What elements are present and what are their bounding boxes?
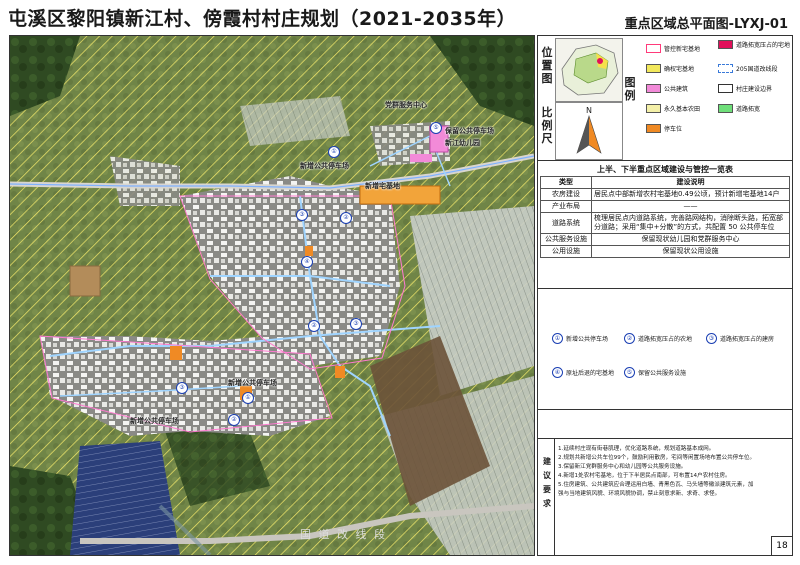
aerial-map[interactable]: 党群服务中心 保留公共停车场 新江幼儿园 新增公共停车场 新增宅基地 新增公共停… <box>9 35 535 556</box>
map-label-new-parking-bot: 新增公共停车场 <box>130 417 179 425</box>
note-item: ⑤ 保留公共服务设施 <box>624 367 686 378</box>
map-label-parking-upper: 保留公共停车场 <box>445 127 494 135</box>
note-item: ④ 原址后退的宅基地 <box>552 367 614 378</box>
page-number: 18 <box>771 536 793 556</box>
note-item: ② 道路拓宽压占的农地 <box>624 333 692 344</box>
suggestions-label: 建议要求 <box>543 457 551 508</box>
table-header: 建设说明 <box>591 176 790 189</box>
north-arrow: N <box>555 102 623 160</box>
north-label: N <box>586 106 592 115</box>
table-row: 公用设施 保留现状公用设施 <box>540 245 790 258</box>
table-row: 农房建设 居民点中部新增农村宅基地0.49公顷，预计新增宅基地14户 <box>540 188 790 201</box>
control-table: 类型 建设说明 农房建设 居民点中部新增农村宅基地0.49公顷，预计新增宅基地1… <box>540 176 790 258</box>
table-row: 道路系统 梳理居民点内道路系统，完善路网结构，消除断头路，拓宽部分道路；采用“集… <box>540 212 790 234</box>
map-label-road: 国 道 改 线 段 <box>300 528 387 541</box>
map-label-new-parking-mid: 新增公共停车场 <box>228 379 277 387</box>
table-cell: 居民点中部新增农村宅基地0.49公顷，预计新增宅基地14户 <box>591 188 790 201</box>
table-cell: 公共服务设施 <box>540 233 592 246</box>
note-item: ③ 道路拓宽压占的建房 <box>706 333 774 344</box>
info-panel: 位置图 比例尺 图例 N 管控新宅基地 道路拓宽压占的宅地 确权宅基地 205国… <box>537 35 793 556</box>
suggestion-item: 4.新增1处农村宅基地，位于下半居民点南部，可布置14户农村住房。 <box>558 473 731 479</box>
table-cell: 梳理居民点内道路系统，完善路网结构，消除断头路，拓宽部分道路；采用“集中+分散”… <box>591 212 790 234</box>
table-cell: 道路系统 <box>540 212 592 234</box>
table-cell: 产业布局 <box>540 200 592 213</box>
marker-5[interactable]: ⑤ <box>430 122 442 134</box>
legend-label: 图例 <box>624 76 636 102</box>
suggestion-item: 强与当地建筑风貌、环境风貌协调，禁止刻意求新、求奇、求怪。 <box>558 491 721 497</box>
legend-item: 道路拓宽 <box>718 104 760 113</box>
table-cell: 保留现状幼儿园和党群服务中心 <box>591 233 790 246</box>
suggestion-item: 1.延续村庄现有街巷肌理，优化道路系统，规划道路基本成网。 <box>558 446 715 452</box>
legend-item: 确权宅基地 <box>646 64 694 73</box>
map-label-party-center: 党群服务中心 <box>385 101 427 109</box>
table-cell: 保留现状公用设施 <box>591 245 790 258</box>
legend-item: 205国道改线段 <box>718 64 777 73</box>
table-row: 公共服务设施 保留现状幼儿园和党群服务中心 <box>540 233 790 246</box>
suggestion-item: 3.保留新江党群服务中心和幼儿园等公共服务设施。 <box>558 464 687 470</box>
table-header: 类型 <box>540 176 592 189</box>
marker-3[interactable]: ③ <box>350 318 362 330</box>
table-row: 产业布局 —— <box>540 200 790 213</box>
marker-2[interactable]: ② <box>340 212 352 224</box>
legend-section: 位置图 比例尺 图例 N 管控新宅基地 道路拓宽压占的宅地 确权宅基地 205国… <box>538 36 792 161</box>
suggestion-item: 2.规划共新增公共车位99个，鼓励利用散房，宅间等闲置场地布置公共停车位。 <box>558 455 756 461</box>
table-cell: 公用设施 <box>540 245 592 258</box>
marker-1[interactable]: ① <box>328 146 340 158</box>
suggestions-list: 1.延续村庄现有街巷肌理，优化道路系统，规划道路基本成网。 2.规划共新增公共车… <box>554 439 792 556</box>
marker-1[interactable]: ① <box>242 392 254 404</box>
map-label-new-homestead: 新增宅基地 <box>365 182 400 190</box>
table-cell: —— <box>591 200 790 213</box>
marker-2[interactable]: ② <box>228 414 240 426</box>
page-title: 屯溪区黎阳镇新江村、傍霞村村庄规划（2021-2035年） <box>8 8 517 30</box>
table-title: 上半、下半重点区域建设与管控一览表 <box>597 165 733 174</box>
marker-4[interactable]: ④ <box>301 256 313 268</box>
map-canvas <box>10 36 534 555</box>
marker-3[interactable]: ③ <box>176 382 188 394</box>
suggestions-section: 建议要求 1.延续村庄现有街巷肌理，优化道路系统，规划道路基本成网。 2.规划共… <box>538 438 792 556</box>
legend-item: 道路拓宽压占的宅地 <box>718 40 790 49</box>
legend-item: 永久基本农田 <box>646 104 700 113</box>
table-header-row: 类型 建设说明 <box>540 176 790 189</box>
map-label-kindergarten: 新江幼儿园 <box>445 139 480 147</box>
scale-label: 比例尺 <box>541 106 553 145</box>
legend-item: 公共建筑 <box>646 84 688 93</box>
legend: 管控新宅基地 道路拓宽压占的宅地 确权宅基地 205国道改线段 公共建筑 村庄建… <box>640 38 790 158</box>
drawing-number: 重点区域总平面图-LYXJ-01 <box>624 17 788 32</box>
notes-section: ① 新增公共停车场 ② 道路拓宽压占的农地 ③ 道路拓宽压占的建房 ④ 原址后退的宅基地… <box>538 288 792 410</box>
legend-item: 停车位 <box>646 124 682 133</box>
suggestion-item: 5.住房建筑、公共建筑应合理运用白墙、青黑色瓦、马头墙等徽派建筑元素，加 <box>558 482 754 488</box>
marker-3[interactable]: ③ <box>296 209 308 221</box>
map-label-new-parking-top: 新增公共停车场 <box>300 162 349 170</box>
note-item: ① 新增公共停车场 <box>552 333 608 344</box>
table-cell: 农房建设 <box>540 188 592 201</box>
legend-item: 管控新宅基地 <box>646 44 700 53</box>
marker-2[interactable]: ② <box>308 320 320 332</box>
legend-item: 村庄建设边界 <box>718 84 772 93</box>
location-map <box>555 38 623 102</box>
location-map-label: 位置图 <box>541 46 553 85</box>
